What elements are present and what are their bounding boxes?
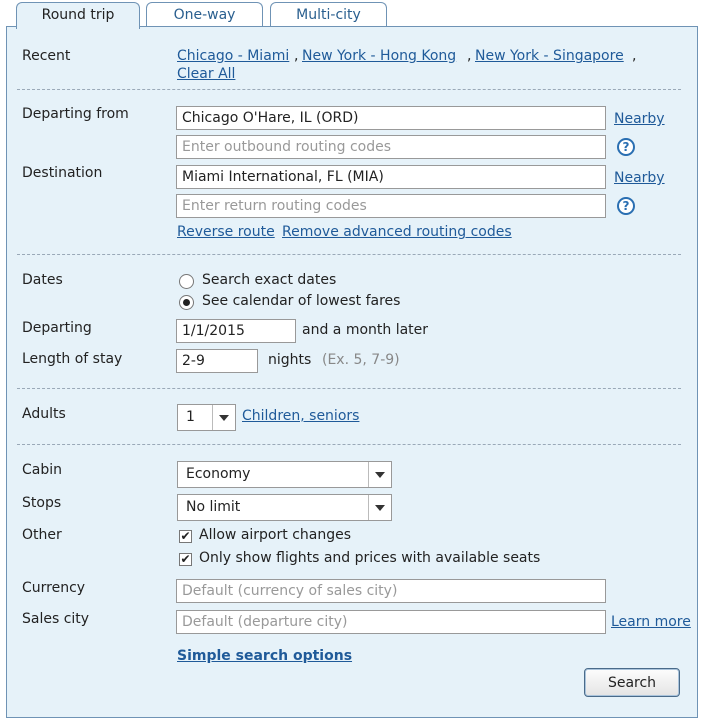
- departing-date-label: Departing: [22, 320, 92, 336]
- recent-separator: ,: [467, 48, 472, 64]
- recent-link-new-york-singapore[interactable]: New York - Singapore: [475, 48, 624, 64]
- other-label: Other: [22, 527, 62, 543]
- outbound-routing-codes-input[interactable]: [176, 135, 606, 159]
- section-divider: [17, 388, 681, 389]
- available-seats-label: Only show flights and prices with availa…: [199, 550, 541, 566]
- radio-calendar-lowest-fares[interactable]: [179, 295, 194, 310]
- children-seniors-link[interactable]: Children, seniors: [242, 408, 359, 424]
- stay-example-hint: (Ex. 5, 7-9): [322, 352, 400, 368]
- sales-city-input[interactable]: [176, 610, 606, 634]
- clear-all-link[interactable]: Clear All: [177, 66, 235, 82]
- tab-round-trip[interactable]: Round trip: [16, 2, 140, 29]
- adults-select[interactable]: 1: [177, 404, 236, 431]
- departing-date-input[interactable]: [176, 319, 296, 343]
- allow-airport-changes-label: Allow airport changes: [199, 527, 352, 543]
- reverse-route-link[interactable]: Reverse route: [177, 224, 275, 240]
- section-divider: [17, 254, 681, 255]
- allow-airport-changes-checkbox[interactable]: ✔: [179, 530, 192, 543]
- return-routing-codes-input[interactable]: [176, 194, 606, 218]
- departing-from-label: Departing from: [22, 106, 129, 122]
- destination-label: Destination: [22, 165, 103, 181]
- length-of-stay-label: Length of stay: [22, 351, 123, 367]
- destination-nearby-link[interactable]: Nearby: [614, 170, 665, 186]
- search-form-panel: Recent Chicago - Miami , New York - Hong…: [6, 26, 698, 718]
- chevron-down-icon: [368, 462, 391, 487]
- departing-date-suffix: and a month later: [302, 322, 429, 338]
- return-help-icon[interactable]: ?: [617, 197, 635, 215]
- adults-select-value: 1: [186, 409, 195, 425]
- cabin-label: Cabin: [22, 462, 63, 478]
- destination-input[interactable]: [176, 165, 606, 189]
- stops-select-value: No limit: [186, 499, 241, 515]
- departing-from-input[interactable]: [176, 106, 606, 130]
- cabin-select[interactable]: Economy: [177, 461, 392, 488]
- adults-label: Adults: [22, 406, 66, 422]
- nights-label: nights: [268, 352, 312, 368]
- learn-more-link[interactable]: Learn more: [611, 614, 691, 630]
- remove-advanced-routing-link[interactable]: Remove advanced routing codes: [282, 224, 512, 240]
- stops-label: Stops: [22, 495, 62, 511]
- currency-label: Currency: [22, 580, 86, 596]
- chevron-down-icon: [212, 405, 235, 430]
- stops-select[interactable]: No limit: [177, 494, 392, 521]
- tab-multi-city[interactable]: Multi-city: [270, 2, 387, 26]
- section-divider: [17, 89, 681, 90]
- chevron-down-icon: [368, 495, 391, 520]
- dates-label: Dates: [22, 272, 63, 288]
- departing-nearby-link[interactable]: Nearby: [614, 111, 665, 127]
- search-button[interactable]: Search: [584, 668, 680, 697]
- recent-link-new-york-hong-kong[interactable]: New York - Hong Kong: [302, 48, 456, 64]
- available-seats-checkbox[interactable]: ✔: [179, 553, 192, 566]
- calendar-lowest-fares-label: See calendar of lowest fares: [202, 293, 401, 309]
- length-of-stay-input[interactable]: [176, 349, 258, 373]
- currency-input[interactable]: [176, 579, 606, 603]
- cabin-select-value: Economy: [186, 466, 251, 482]
- tab-one-way[interactable]: One-way: [146, 2, 263, 26]
- recent-label: Recent: [22, 48, 71, 64]
- recent-link-chicago-miami[interactable]: Chicago - Miami: [177, 48, 289, 64]
- section-divider: [17, 444, 681, 445]
- radio-exact-dates[interactable]: [179, 274, 194, 289]
- exact-dates-label: Search exact dates: [202, 272, 337, 288]
- sales-city-label: Sales city: [22, 611, 90, 627]
- recent-separator: ,: [632, 48, 637, 64]
- outbound-help-icon[interactable]: ?: [617, 138, 635, 156]
- simple-search-options-link[interactable]: Simple search options: [177, 648, 352, 664]
- recent-separator: ,: [294, 48, 299, 64]
